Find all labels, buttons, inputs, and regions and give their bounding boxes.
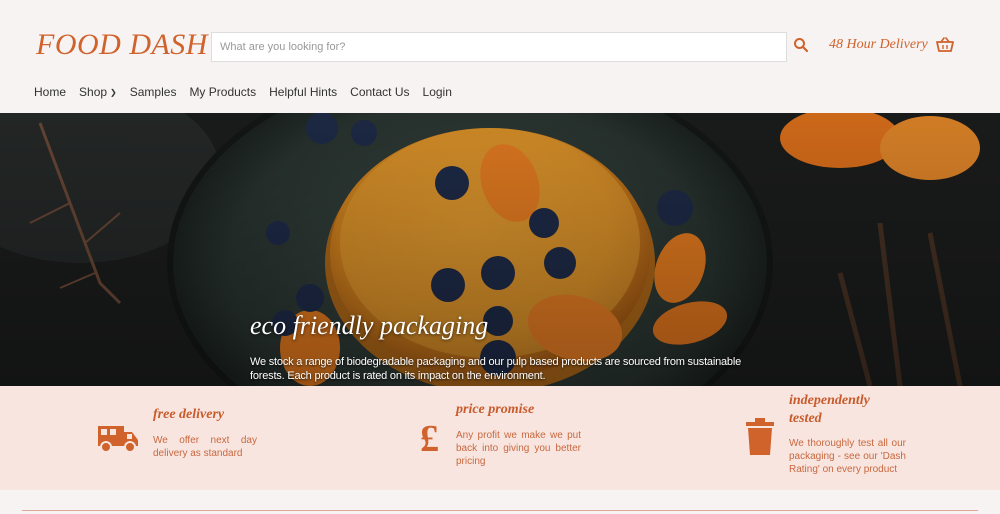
divider [22,510,978,514]
nav-contact-us-label: Contact Us [350,85,410,99]
truck-icon [98,426,138,453]
features-strip: free delivery We offer next day delivery… [0,386,1000,490]
nav-my-products[interactable]: My Products [189,85,256,99]
bin-icon [746,418,774,455]
nav-login[interactable]: Login [423,85,452,99]
feature-text-delivery: We offer next day delivery as standard [153,435,257,459]
nav-samples-label: Samples [129,85,177,99]
feature-text-tested: We thoroughly test all our packaging - s… [789,438,906,475]
pound-icon: £ [420,418,439,460]
nav-shop[interactable]: Shop ❯ [79,85,117,99]
feature-title-tested: independently tested [789,393,870,426]
search-field[interactable] [211,32,787,62]
page-footer-edge [0,490,1000,514]
hero-banner: eco friendly packaging We stock a range … [0,113,1000,386]
nav-login-label: Login [422,85,452,99]
main-nav: Home Shop ❯ Samples My Products Helpful H… [34,85,465,99]
feature-title-delivery: free delivery [153,407,225,422]
nav-contact-us[interactable]: Contact Us [350,85,409,99]
hero-title: eco friendly packaging [250,311,489,340]
nav-my-products-label: My Products [189,85,257,99]
delivery-link[interactable]: 48 Hour Delivery [829,37,928,53]
nav-helpful-hints[interactable]: Helpful Hints [269,85,337,99]
chevron-down-icon: ❯ [110,87,117,97]
basket-icon[interactable] [936,37,954,53]
nav-shop-label: Shop [79,85,108,99]
nav-helpful-hints-label: Helpful Hints [269,85,338,99]
site-logo[interactable]: FOOD DASH [36,28,208,62]
feature-title-price: price promise [456,402,535,417]
hero-description: We stock a range of biodegradable packag… [250,356,742,382]
feature-text-price: Any profit we make we put back into givi… [456,430,581,467]
hero-image [0,113,1000,386]
search-input[interactable] [212,33,786,61]
site-header: FOOD DASH 48 Hour Delivery Home Shop❯ Sa… [0,0,1000,113]
search-icon[interactable] [793,37,809,53]
nav-samples[interactable]: Samples [130,85,177,99]
nav-home[interactable]: Home [34,85,66,99]
nav-home-label: Home [34,85,67,99]
